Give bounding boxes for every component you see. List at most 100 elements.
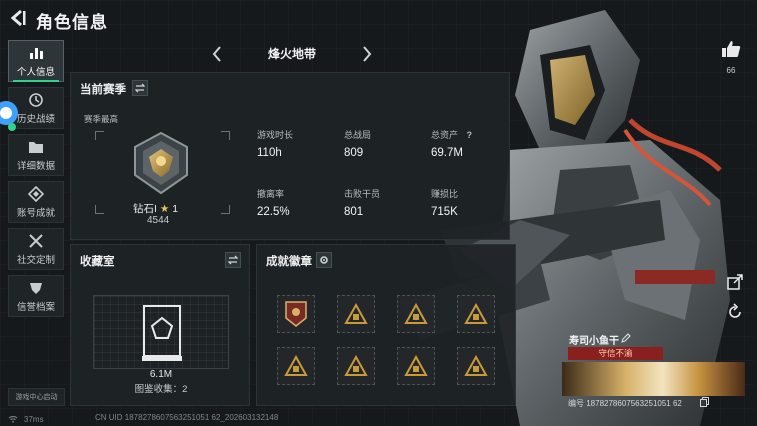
stat-extraction-rate: 撤离率 22.5% bbox=[257, 187, 290, 218]
achievement-badge[interactable] bbox=[457, 295, 495, 333]
achievements-panel[interactable]: 成就徽章 bbox=[256, 244, 516, 406]
bar-chart-icon bbox=[30, 47, 43, 59]
sidebar-item-achievements[interactable]: 账号成就 bbox=[8, 181, 64, 223]
stat-value: 801 bbox=[344, 206, 364, 218]
locked-badge-icon bbox=[464, 303, 488, 324]
locked-badge-icon bbox=[464, 355, 488, 376]
refresh-icon[interactable] bbox=[726, 303, 744, 321]
frame-corner bbox=[221, 131, 230, 140]
swap-icon bbox=[135, 83, 145, 93]
achievement-badge[interactable] bbox=[457, 347, 495, 385]
collection-value: 6.1M bbox=[149, 369, 173, 380]
locked-badge-icon bbox=[284, 355, 308, 376]
latency: 37ms bbox=[24, 414, 44, 424]
sidebar-item-label: 社交定制 bbox=[16, 254, 55, 266]
stat-total-matches: 总战局 809 bbox=[344, 128, 371, 159]
status-bar: 37ms bbox=[8, 412, 44, 426]
gear-icon bbox=[320, 256, 328, 264]
locked-badge-icon bbox=[404, 303, 428, 324]
chevron-left-icon[interactable] bbox=[210, 44, 224, 64]
rank-name: 钻石I ★ 1 bbox=[133, 201, 178, 216]
name-card: 寿司小鱼干 守信不渝 编号 1878278607563251051 62 bbox=[562, 330, 745, 412]
season-title: 当前赛季 bbox=[80, 84, 126, 96]
frame-corner bbox=[95, 205, 104, 214]
stat-profit-loss: 赚损比 715K bbox=[431, 187, 458, 218]
stat-label: 撤离率 bbox=[257, 189, 285, 199]
sidebar-item-reputation[interactable]: 信誉档案 bbox=[8, 275, 64, 317]
edit-icon[interactable] bbox=[621, 333, 631, 343]
swap-icon bbox=[228, 255, 238, 265]
stat-label: 游戏时长 bbox=[257, 130, 294, 140]
sidebar-item-label: 信誉档案 bbox=[16, 301, 55, 313]
sidebar-item-label: 详细数据 bbox=[16, 160, 55, 172]
achievement-badge[interactable] bbox=[277, 347, 315, 385]
copy-icon[interactable] bbox=[700, 397, 709, 407]
season-switch-button[interactable] bbox=[132, 80, 148, 96]
floating-assistant-icon[interactable] bbox=[0, 99, 20, 133]
sidebar-item-label: 历史战绩 bbox=[16, 113, 55, 125]
collection-display bbox=[93, 295, 229, 369]
frame-corner bbox=[95, 131, 104, 140]
sidebar-item-label: 个人信息 bbox=[16, 66, 55, 78]
locked-badge-icon bbox=[344, 303, 368, 324]
like-count: 66 bbox=[726, 66, 736, 75]
stat-value: 715K bbox=[431, 206, 458, 218]
season-panel: 当前赛季 赛季最高 钻石I ★ 1 4544 游戏时长 110h 总战局 809… bbox=[70, 72, 510, 240]
collection-switch-button[interactable] bbox=[225, 252, 241, 268]
sidebar-item-label: 账号成就 bbox=[16, 207, 55, 219]
collection-panel[interactable]: 收藏室 6.1M 图鉴收集：2 bbox=[70, 244, 250, 406]
title-badge: 守信不渝 bbox=[568, 347, 663, 360]
page-title: 角色信息 bbox=[36, 13, 108, 32]
stat-label: 总战局 bbox=[344, 130, 372, 140]
launch-center-button[interactable]: 游戏中心启动 bbox=[8, 388, 65, 406]
sidebar-item-social[interactable]: 社交定制 bbox=[8, 228, 64, 270]
player-id: 编号 1878278607563251051 62 bbox=[568, 399, 682, 408]
stat-play-time: 游戏时长 110h bbox=[257, 128, 293, 159]
display-case-icon bbox=[142, 305, 182, 361]
collection-count: 图鉴收集：2 bbox=[134, 384, 188, 395]
achievement-badge[interactable] bbox=[397, 295, 435, 333]
rank-stars: 1 bbox=[172, 203, 179, 215]
achievements-title: 成就徽章 bbox=[266, 256, 312, 268]
stat-value: 22.5% bbox=[257, 206, 290, 218]
mode-name: 烽火地带 bbox=[267, 47, 316, 61]
rank-score: 4544 bbox=[147, 215, 170, 226]
share-icon[interactable] bbox=[726, 273, 744, 291]
achievement-badge[interactable] bbox=[277, 295, 315, 333]
rank-tier: 钻石I bbox=[133, 203, 157, 215]
achievements-settings-button[interactable] bbox=[316, 252, 332, 268]
achievement-badge[interactable] bbox=[337, 347, 375, 385]
help-icon[interactable]: ? bbox=[467, 130, 473, 140]
achievement-badge[interactable] bbox=[337, 295, 375, 333]
badge-icon bbox=[285, 301, 307, 327]
name-card-banner bbox=[562, 362, 745, 396]
rank-badge-icon bbox=[134, 131, 188, 195]
shield-icon bbox=[30, 282, 42, 294]
star-icon: ★ bbox=[159, 203, 170, 215]
stat-operators-defeated: 击败干员 801 bbox=[344, 187, 380, 218]
uid-text: CN UID 1878278607563251051 62_2026031321… bbox=[95, 413, 279, 422]
player-nickname: 寿司小鱼干 bbox=[569, 336, 619, 347]
thumbs-up-icon bbox=[722, 41, 741, 57]
collection-title: 收藏室 bbox=[80, 256, 115, 268]
stat-label: 总资产 bbox=[431, 130, 459, 140]
achievement-icon bbox=[28, 185, 44, 202]
locked-badge-icon bbox=[344, 355, 368, 376]
sidebar-item-personal-info[interactable]: 个人信息 bbox=[8, 40, 64, 82]
like-widget[interactable]: 66 bbox=[718, 40, 744, 75]
achievement-badge[interactable] bbox=[397, 347, 435, 385]
history-icon bbox=[29, 92, 43, 107]
sidebar: 个人信息 历史战绩 详细数据 账号成就 社交定制 信誉档案 bbox=[8, 40, 64, 322]
stat-value: 110h bbox=[257, 147, 282, 159]
launch-center-label: 游戏中心启动 bbox=[15, 394, 58, 401]
tools-icon bbox=[29, 233, 43, 248]
sidebar-item-details[interactable]: 详细数据 bbox=[8, 134, 64, 176]
mode-switcher: 烽火地带 bbox=[70, 40, 510, 68]
back-arrow-icon[interactable] bbox=[8, 8, 28, 28]
frame-corner bbox=[221, 205, 230, 214]
stat-label: 赚损比 bbox=[431, 189, 459, 199]
chevron-right-icon[interactable] bbox=[360, 44, 374, 64]
locked-badge-icon bbox=[404, 355, 428, 376]
season-subtitle: 赛季最高 bbox=[84, 114, 119, 124]
top-bar: 角色信息 bbox=[0, 0, 757, 38]
